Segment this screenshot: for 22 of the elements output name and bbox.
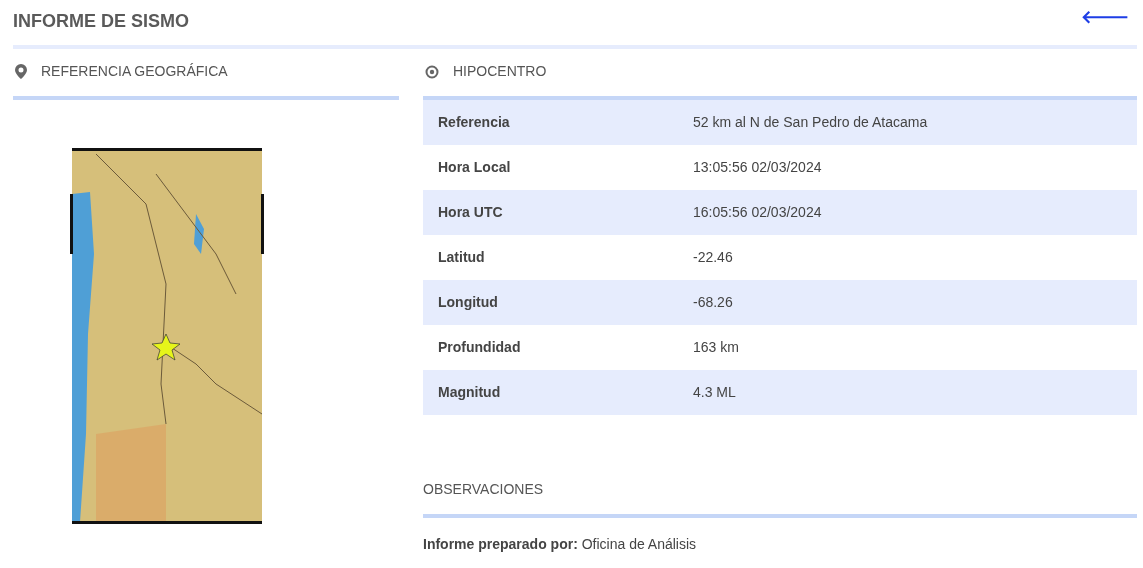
row-value: 52 km al N de San Pedro de Atacama <box>693 113 928 132</box>
row-value: -22.46 <box>693 248 733 267</box>
page-title: INFORME DE SISMO <box>13 10 189 33</box>
row-value: 4.3 ML <box>693 383 736 402</box>
target-icon <box>425 64 439 79</box>
row-label: Latitud <box>437 248 486 267</box>
row-label: Longitud <box>437 293 499 312</box>
row-value: 163 km <box>693 338 739 357</box>
row-label: Hora Local <box>437 158 512 177</box>
author-note: Informe preparado por: Oficina de Análisis <box>423 535 698 554</box>
row-value: -68.26 <box>693 293 733 312</box>
row-label: Referencia <box>437 113 511 132</box>
section-title: HIPOCENTRO <box>453 62 547 81</box>
section-title: REFERENCIA GEOGRÁFICA <box>41 62 228 81</box>
section-title: OBSERVACIONES <box>423 480 544 499</box>
row-value: 16:05:56 02/03/2024 <box>693 203 822 222</box>
row-label: Profundidad <box>437 338 522 357</box>
row-value: 13:05:56 02/03/2024 <box>693 158 822 177</box>
row-label: Hora UTC <box>437 203 504 222</box>
row-label: Magnitud <box>437 383 502 402</box>
back-button[interactable]: 🡐 <box>1073 8 1137 26</box>
location-pin-icon <box>15 64 27 79</box>
